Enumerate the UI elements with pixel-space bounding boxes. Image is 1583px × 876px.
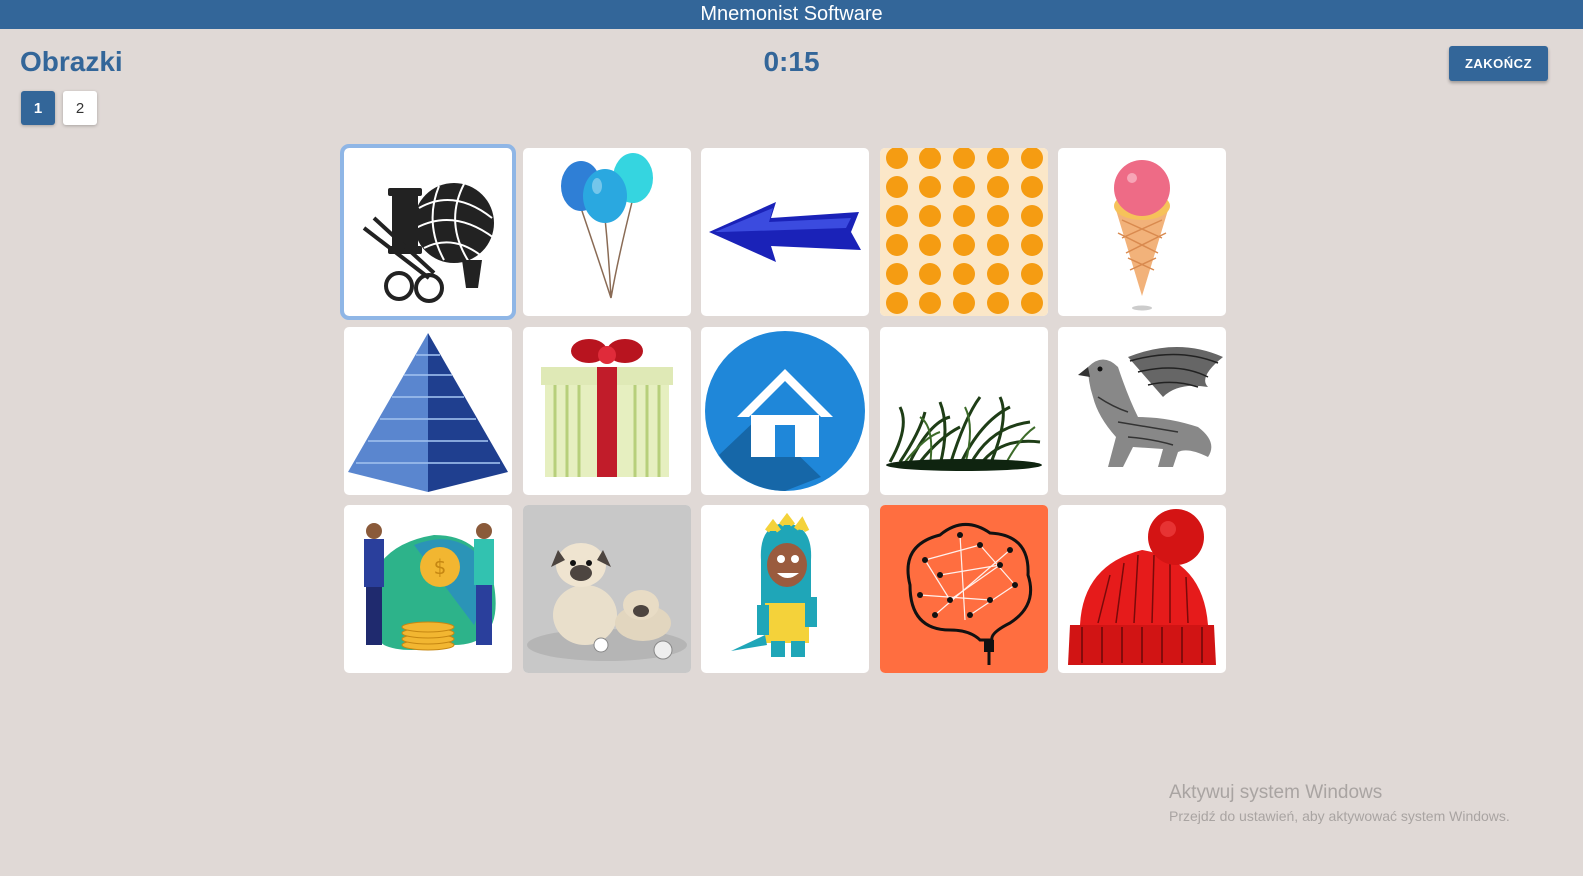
sewing-supplies-icon (362, 183, 495, 303)
balloons-icon (560, 153, 653, 299)
image-tile[interactable] (701, 148, 869, 316)
image-tile[interactable] (701, 505, 869, 673)
page-button-2[interactable]: 2 (63, 91, 97, 125)
griffin-icon (1078, 346, 1223, 467)
image-grid: $ (340, 144, 1226, 673)
app-title: Mnemonist Software (700, 3, 883, 25)
oranges-pattern-icon (879, 148, 1048, 316)
dino-costume-kid-icon (731, 512, 817, 657)
image-tile[interactable] (701, 326, 869, 495)
finish-button[interactable]: ZAKOŃCZ (1449, 46, 1548, 81)
windows-activation-watermark: Aktywuj system Windows Przejdź do ustawi… (1169, 782, 1510, 824)
ice-cream-icon (1114, 160, 1170, 311)
image-tile[interactable] (522, 148, 691, 316)
page-selector: 1 2 (21, 91, 97, 125)
pug-dogs-icon (522, 505, 691, 673)
app-title-bar: Mnemonist Software (0, 0, 1583, 29)
money-exchange-icon: $ (364, 523, 496, 651)
image-tile[interactable]: $ (344, 505, 512, 673)
watermark-title: Aktywuj system Windows (1169, 782, 1383, 803)
image-tile[interactable] (1058, 505, 1226, 673)
brain-network-icon (879, 505, 1048, 673)
image-tile[interactable] (1058, 326, 1226, 495)
pyramid-icon (348, 332, 508, 492)
image-tile[interactable] (344, 326, 512, 495)
image-tile[interactable] (522, 505, 691, 673)
countdown-timer: 0:15 (763, 46, 820, 77)
left-arrow-icon (709, 202, 861, 262)
grass-bush-icon (885, 395, 1042, 471)
svg-text:$: $ (434, 555, 447, 579)
image-tile[interactable] (879, 326, 1048, 495)
home-icon (705, 330, 865, 491)
watermark-subtitle: Przejdź do ustawień, aby aktywować syste… (1169, 808, 1510, 824)
image-tile[interactable] (1058, 148, 1226, 316)
image-tile[interactable] (522, 326, 691, 495)
page-button-1[interactable]: 1 (21, 91, 55, 125)
gift-box-icon (540, 338, 673, 477)
image-tile[interactable] (879, 505, 1048, 673)
knit-hat-icon (1068, 509, 1216, 665)
image-tile[interactable] (879, 148, 1048, 316)
image-tile[interactable] (340, 144, 516, 320)
